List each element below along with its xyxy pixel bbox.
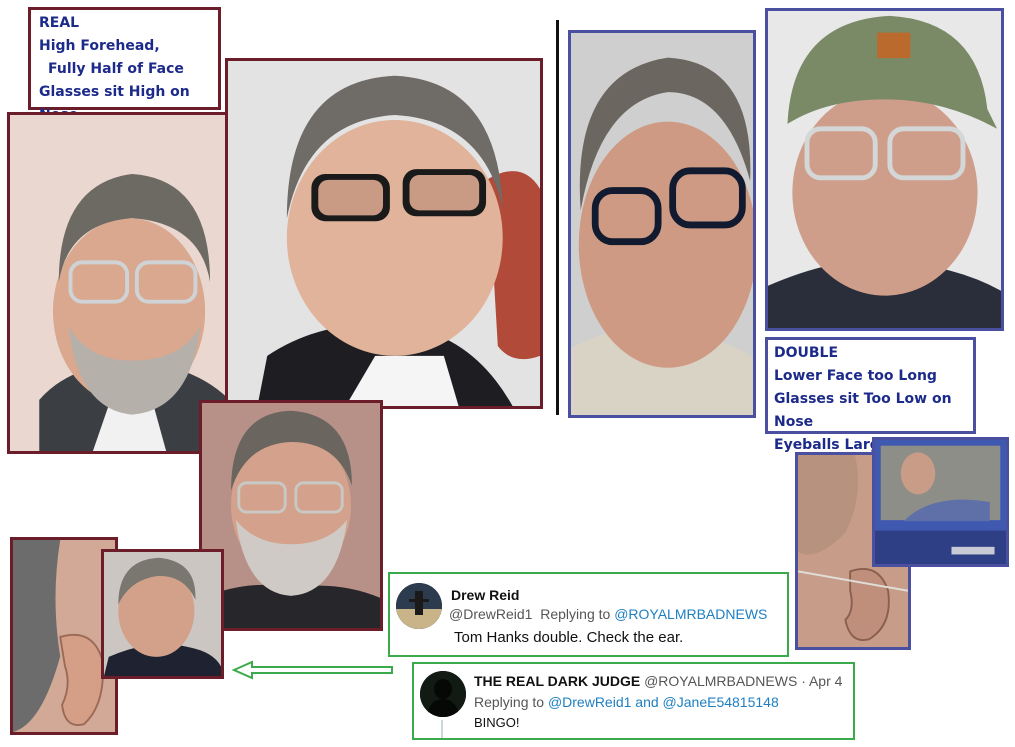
tweet-body: BINGO! — [474, 715, 520, 730]
tweet-reply-line: @DrewReid1 Replying to @ROYALMRBADNEWS — [449, 606, 767, 622]
double-label-box: DOUBLE Lower Face too Long Glasses sit T… — [765, 337, 976, 453]
tweet-author-handle[interactable]: @ROYALMRBADNEWS — [644, 673, 797, 689]
replying-to-link[interactable]: @DrewReid1 and @JaneE54815148 — [548, 694, 779, 710]
real-label-title: REAL — [39, 15, 80, 31]
double-label-line-glasses: Glasses sit Too Low on Nose — [774, 391, 952, 430]
replying-to-prefix: Replying to — [474, 694, 545, 710]
tweet-reply-line: Replying to @DrewReid1 and @JaneE5481514… — [474, 694, 779, 710]
real-photo-smiling — [101, 549, 224, 679]
double-photo-cap — [765, 8, 1004, 331]
vertical-divider — [556, 20, 559, 415]
double-label-title: DOUBLE — [774, 345, 839, 361]
tweet-date[interactable]: · Apr 4 — [801, 673, 842, 689]
replying-to-prefix: Replying to — [540, 606, 611, 622]
real-label-line-half-face: Fully Half of Face — [48, 61, 184, 77]
tweet-header-line: THE REAL DARK JUDGE @ROYALMRBADNEWS · Ap… — [474, 673, 842, 689]
tweet-real-dark-judge: THE REAL DARK JUDGE @ROYALMRBADNEWS · Ap… — [412, 662, 855, 740]
real-label-line-forehead: High Forehead, — [39, 38, 160, 54]
tweet-author-name[interactable]: Drew Reid — [451, 587, 519, 603]
green-arrow-icon — [232, 660, 393, 680]
double-photo-in-car — [872, 437, 1009, 567]
double-label-line-lower-face: Lower Face too Long — [774, 368, 937, 384]
double-photo-dark-glasses — [568, 30, 756, 418]
real-photo-beard — [199, 400, 383, 631]
real-photo-dark-glasses — [225, 58, 543, 409]
avatar[interactable] — [420, 671, 466, 717]
tweet-body: Tom Hanks double. Check the ear. — [454, 629, 684, 646]
replying-to-link[interactable]: @ROYALMRBADNEWS — [614, 606, 767, 622]
tweet-author-name[interactable]: THE REAL DARK JUDGE — [474, 673, 640, 689]
thread-line — [441, 720, 443, 738]
real-label-box: REAL High Forehead, Fully Half of Face G… — [28, 7, 221, 123]
tweet-author-handle[interactable]: @DrewReid1 — [449, 606, 532, 622]
avatar[interactable] — [396, 583, 442, 629]
tweet-drew-reid: Drew Reid @DrewReid1 Replying to @ROYALM… — [388, 572, 789, 657]
